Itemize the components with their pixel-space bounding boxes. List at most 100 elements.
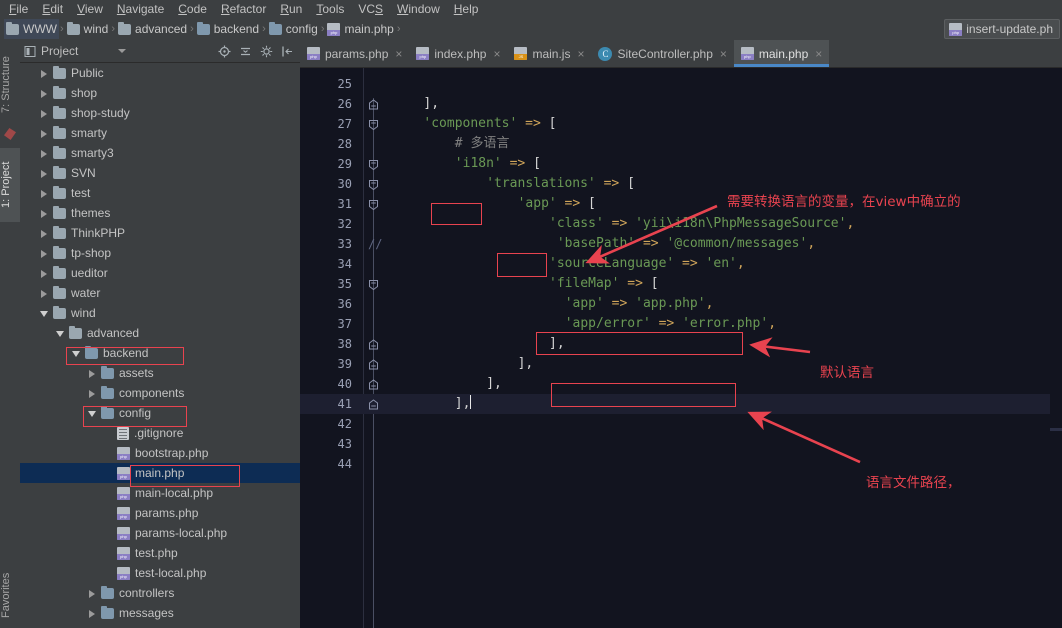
code-line-33[interactable]: 33 // 'basePath' => '@common/messages',: [300, 234, 1062, 254]
editor-tab-params-php[interactable]: params.php ×: [300, 40, 409, 67]
gear-icon[interactable]: [260, 45, 273, 58]
tree-item-wind[interactable]: wind: [20, 303, 300, 323]
tree-item-tp-shop[interactable]: tp-shop: [20, 243, 300, 263]
code-line-34[interactable]: 34 'sourceLanguage' => 'en',: [300, 254, 1062, 274]
tree-item-ueditor[interactable]: ueditor: [20, 263, 300, 283]
tree-item-main-local-php[interactable]: main-local.php: [20, 483, 300, 503]
chevron-right-icon[interactable]: [41, 109, 47, 118]
tree-item-public[interactable]: Public: [20, 63, 300, 83]
code-line-38[interactable]: 38],: [300, 334, 1062, 354]
code-line-39[interactable]: 39],: [300, 354, 1062, 374]
chevron-right-icon[interactable]: [41, 149, 47, 158]
tree-item-shop[interactable]: shop: [20, 83, 300, 103]
chevron-down-icon[interactable]: [40, 310, 48, 317]
tree-toggle[interactable]: [38, 287, 51, 300]
fold-end-icon[interactable]: [368, 99, 379, 110]
tree-toggle[interactable]: [38, 307, 51, 320]
breadcrumb-item-config[interactable]: config: [267, 19, 320, 39]
tree-item-config[interactable]: config: [20, 403, 300, 423]
tree-item-backend[interactable]: backend: [20, 343, 300, 363]
menu-item-refactor[interactable]: Refactor: [214, 0, 273, 18]
tree-item-params-local-php[interactable]: params-local.php: [20, 523, 300, 543]
tree-item-shop-study[interactable]: shop-study: [20, 103, 300, 123]
tree-item-components[interactable]: components: [20, 383, 300, 403]
tool-tab-structure[interactable]: 7: Structure: [0, 42, 20, 128]
marker-stripe[interactable]: [1050, 96, 1062, 628]
menu-item-edit[interactable]: Edit: [35, 0, 70, 18]
code-line-26[interactable]: 26],: [300, 94, 1062, 114]
tree-toggle[interactable]: [38, 127, 51, 140]
tree-toggle[interactable]: [38, 267, 51, 280]
chevron-right-icon[interactable]: [89, 609, 95, 618]
fold-end-icon[interactable]: [368, 379, 379, 390]
project-file-tree[interactable]: Public shop shop-study smarty smarty3 SVN test…: [20, 63, 300, 628]
code-line-31[interactable]: 31 'app' => [: [300, 194, 1062, 214]
editor-tab-sitecontroller-php[interactable]: C SiteController.php ×: [591, 40, 733, 67]
menu-item-navigate[interactable]: Navigate: [110, 0, 171, 18]
tree-toggle[interactable]: [38, 147, 51, 160]
breadcrumb-item-wind[interactable]: wind: [65, 19, 111, 39]
tool-tab-project[interactable]: 1: Project: [0, 148, 20, 222]
tree-item-assets[interactable]: assets: [20, 363, 300, 383]
chevron-right-icon[interactable]: [41, 69, 47, 78]
tree-toggle[interactable]: [54, 327, 67, 340]
code-line-43[interactable]: 43: [300, 434, 1062, 454]
code-line-40[interactable]: 40],: [300, 374, 1062, 394]
code-line-37[interactable]: 37 'app/error' => 'error.php',: [300, 314, 1062, 334]
fold-start-icon[interactable]: [368, 179, 379, 190]
tree-item-advanced[interactable]: advanced: [20, 323, 300, 343]
code-line-41[interactable]: 41],: [300, 394, 1062, 414]
tree-item-test-php[interactable]: test.php: [20, 543, 300, 563]
fold-start-icon[interactable]: [368, 159, 379, 170]
code-line-28[interactable]: 28 # 多语言: [300, 134, 1062, 154]
code-line-35[interactable]: 35 'fileMap' => [: [300, 274, 1062, 294]
tree-toggle[interactable]: [38, 207, 51, 220]
chevron-right-icon[interactable]: [41, 269, 47, 278]
menu-item-run[interactable]: Run: [273, 0, 309, 18]
chevron-right-icon[interactable]: [89, 389, 95, 398]
tree-item-controllers[interactable]: controllers: [20, 583, 300, 603]
tree-item-smarty3[interactable]: smarty3: [20, 143, 300, 163]
tool-tab-favorites[interactable]: Favorites: [0, 564, 20, 626]
chevron-right-icon[interactable]: [41, 129, 47, 138]
chevron-down-icon[interactable]: [56, 330, 64, 337]
tree-item-thinkphp[interactable]: ThinkPHP: [20, 223, 300, 243]
chevron-right-icon[interactable]: [41, 249, 47, 258]
chevron-down-icon[interactable]: [72, 350, 80, 357]
tree-toggle[interactable]: [38, 67, 51, 80]
tree-toggle[interactable]: [70, 347, 83, 360]
breadcrumb-item-advanced[interactable]: advanced: [116, 19, 189, 39]
run-configuration-selector[interactable]: insert-update.ph: [944, 19, 1060, 39]
tree-item-test[interactable]: test: [20, 183, 300, 203]
tree-toggle[interactable]: [38, 167, 51, 180]
breadcrumb-item-main-php[interactable]: main.php: [325, 19, 395, 39]
close-icon[interactable]: ×: [577, 47, 584, 61]
code-line-36[interactable]: 36 'app' => 'app.php',: [300, 294, 1062, 314]
menu-item-tools[interactable]: Tools: [309, 0, 351, 18]
editor-tab-main-php[interactable]: main.php ×: [733, 40, 830, 67]
code-view[interactable]: 25 26], 27 'components' => [28 # 多语言 29 'i18n'…: [300, 68, 1062, 628]
tree-toggle[interactable]: [86, 607, 99, 620]
chevron-right-icon[interactable]: [41, 229, 47, 238]
tree-item-smarty[interactable]: smarty: [20, 123, 300, 143]
tree-item-water[interactable]: water: [20, 283, 300, 303]
tree-toggle[interactable]: [38, 227, 51, 240]
tree-item-messages[interactable]: messages: [20, 603, 300, 623]
menu-item-vcs[interactable]: VCS: [351, 0, 390, 18]
locate-icon[interactable]: [218, 45, 231, 58]
menu-item-file[interactable]: File: [2, 0, 35, 18]
menu-item-help[interactable]: Help: [447, 0, 486, 18]
editor-tab-index-php[interactable]: index.php ×: [409, 40, 507, 67]
chevron-right-icon[interactable]: [41, 169, 47, 178]
tree-item-svn[interactable]: SVN: [20, 163, 300, 183]
code-line-25[interactable]: 25: [300, 74, 1062, 94]
close-icon[interactable]: ×: [493, 47, 500, 61]
chevron-down-icon[interactable]: [118, 49, 127, 53]
tree-toggle[interactable]: [86, 587, 99, 600]
tree-item-themes[interactable]: themes: [20, 203, 300, 223]
tree-item-test-local-php[interactable]: test-local.php: [20, 563, 300, 583]
tree-toggle[interactable]: [86, 407, 99, 420]
menu-item-view[interactable]: View: [70, 0, 110, 18]
fold-end-icon[interactable]: [368, 399, 379, 410]
chevron-right-icon[interactable]: [89, 589, 95, 598]
